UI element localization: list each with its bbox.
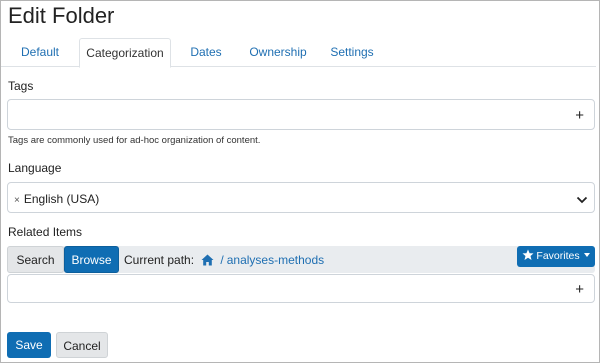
related-items-label: Related Items [8, 225, 83, 239]
path-separator: / [220, 253, 224, 267]
caret-down-icon [583, 253, 590, 257]
save-button[interactable]: Save [7, 332, 51, 358]
tags-input[interactable]: + [7, 99, 595, 130]
cancel-button[interactable]: Cancel [56, 332, 108, 358]
related-items-toolbar: Search Browse Current path: / analyses-me… [7, 246, 595, 273]
remove-language-icon[interactable]: × [14, 195, 20, 206]
plus-icon[interactable]: + [575, 282, 584, 297]
tab-default[interactable]: Default [9, 38, 71, 67]
language-selected-value: × English (USA) [14, 192, 99, 206]
home-icon[interactable] [201, 254, 214, 269]
tab-ownership[interactable]: Ownership [241, 38, 315, 67]
path-segment-link[interactable]: analyses-methods [227, 253, 324, 267]
favorites-label: Favorites [536, 250, 580, 262]
edit-folder-form: Edit Folder Default Categorization Dates… [0, 0, 600, 363]
tags-label: Tags [8, 79, 34, 93]
tab-settings[interactable]: Settings [323, 38, 381, 67]
language-value-text: English (USA) [23, 192, 100, 206]
page-title: Edit Folder [8, 3, 115, 28]
related-items-input[interactable]: + [7, 274, 595, 303]
current-path-label: Current path: [124, 253, 195, 267]
search-button[interactable]: Search [7, 246, 64, 273]
tab-categorization[interactable]: Categorization [79, 38, 171, 68]
tab-dates[interactable]: Dates [181, 38, 231, 67]
star-icon [522, 249, 536, 262]
browse-button[interactable]: Browse [64, 246, 119, 273]
language-label: Language [8, 161, 62, 175]
chevron-down-icon[interactable] [576, 192, 588, 210]
language-select[interactable]: × English (USA) [7, 182, 595, 213]
tab-bar: Default Categorization Dates Ownership S… [1, 38, 596, 68]
plus-icon[interactable]: + [575, 108, 584, 123]
current-path: Current path: / analyses-methods [124, 253, 324, 269]
favorites-button[interactable]: Favorites [517, 246, 595, 267]
tags-help-text: Tags are commonly used for ad-hoc organi… [8, 135, 261, 146]
